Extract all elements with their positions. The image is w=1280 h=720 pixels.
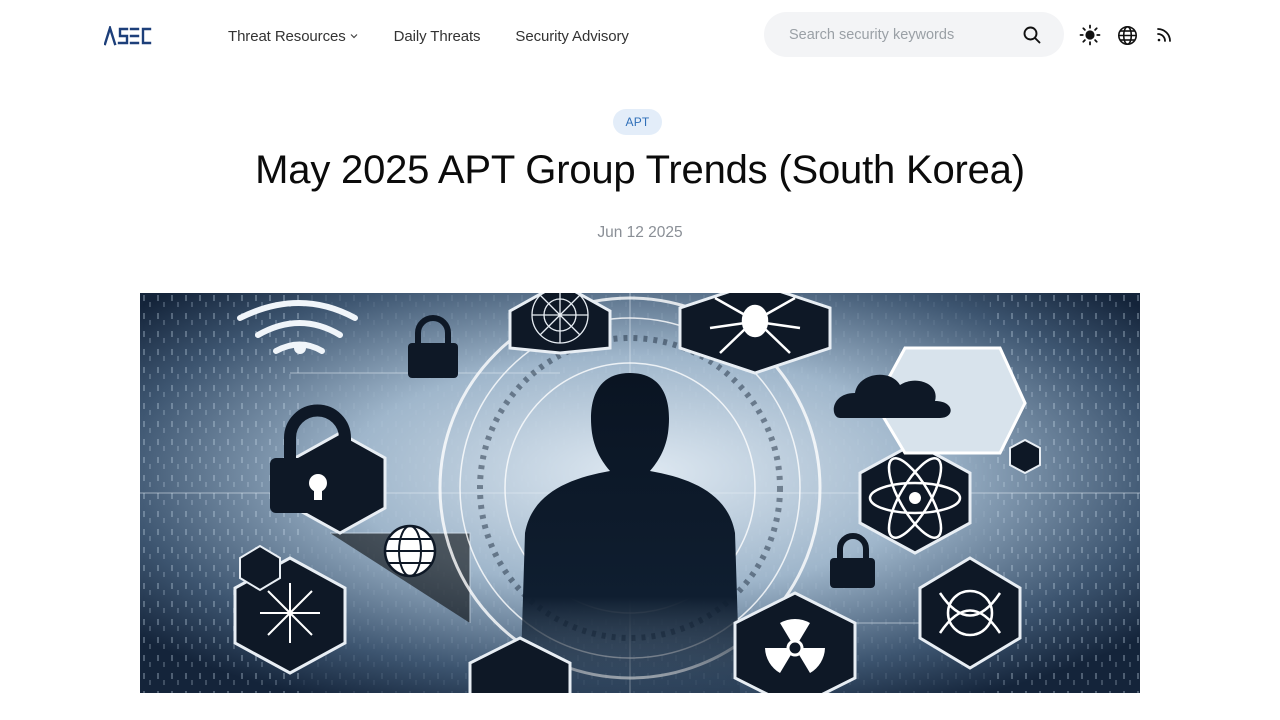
asec-logo-mark — [104, 26, 152, 46]
article-date: Jun 12 2025 — [597, 224, 683, 241]
asec-logo[interactable] — [104, 24, 152, 48]
nav-daily-threats-label: Daily Threats — [393, 27, 481, 45]
nav-threat-resources-label: Threat Resources — [228, 27, 346, 45]
category-badge[interactable]: APT — [613, 109, 662, 135]
chevron-down-icon — [349, 31, 359, 41]
search-bar — [764, 12, 1064, 57]
rss-icon[interactable] — [1153, 24, 1175, 46]
nav-daily-threats[interactable]: Daily Threats — [394, 25, 481, 47]
site-header: Threat Resources Daily Threats Security … — [0, 0, 1280, 70]
article-title: May 2025 APT Group Trends (South Korea) — [255, 148, 1025, 192]
globe-icon[interactable] — [1116, 24, 1138, 46]
nav-security-advisory[interactable]: Security Advisory — [515, 25, 628, 47]
search-input[interactable] — [789, 26, 1009, 43]
nav-threat-resources[interactable]: Threat Resources — [228, 25, 359, 47]
theme-toggle-icon[interactable] — [1079, 24, 1101, 46]
search-icon[interactable] — [1022, 25, 1042, 45]
nav-security-advisory-label: Security Advisory — [515, 27, 629, 45]
main-nav: Threat Resources Daily Threats Security … — [228, 25, 664, 47]
hero-image — [140, 293, 1140, 693]
